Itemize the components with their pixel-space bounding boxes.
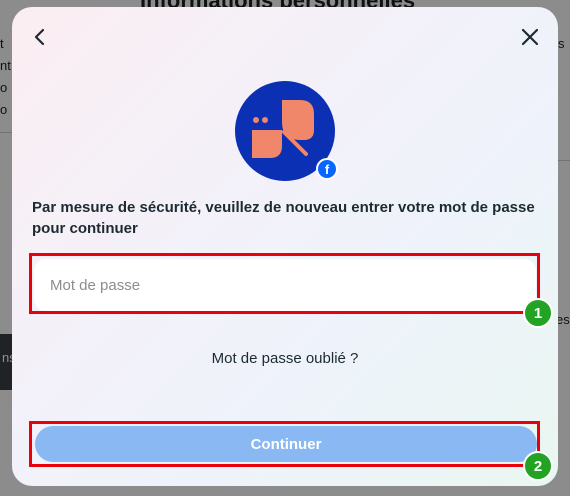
password-field[interactable] — [34, 259, 536, 311]
forgot-password-link[interactable]: Mot de passe oublié ? — [12, 350, 558, 367]
chevron-left-icon — [30, 27, 50, 52]
close-button[interactable] — [514, 23, 546, 55]
facebook-icon: f — [316, 158, 338, 180]
annotation-number-badge: 2 — [523, 451, 553, 481]
annotation-number-badge: 1 — [523, 298, 553, 328]
back-button[interactable] — [24, 23, 56, 55]
password-confirm-dialog: f Par mesure de sécurité, veuillez de no… — [12, 7, 558, 486]
security-instruction-text: Par mesure de sécurité, veuillez de nouv… — [32, 199, 535, 237]
continue-button[interactable]: Continuer — [35, 426, 537, 462]
close-icon — [520, 27, 540, 52]
avatar: f — [234, 80, 338, 182]
